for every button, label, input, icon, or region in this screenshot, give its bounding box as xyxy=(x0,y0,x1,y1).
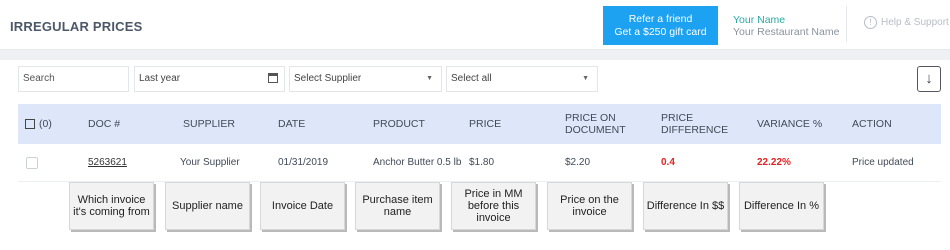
price-difference-cell: 0.4 xyxy=(661,157,675,168)
column-header-date[interactable]: DATE xyxy=(278,104,305,144)
column-header-price-difference[interactable]: PRICE DIFFERENCE xyxy=(661,104,746,144)
callout-date: Invoice Date xyxy=(260,182,345,230)
callout-supplier: Supplier name xyxy=(165,182,250,230)
action-cell: Price updated xyxy=(852,157,914,168)
refer-friend-button[interactable]: Refer a friend Get a $250 gift card xyxy=(603,6,718,45)
callout-price-on-document: Price on the invoice xyxy=(547,182,632,230)
select-all-header[interactable]: (0) xyxy=(25,104,52,144)
supplier-cell: Your Supplier xyxy=(180,157,240,168)
column-header-price[interactable]: PRICE xyxy=(469,104,501,144)
page-title: IRREGULAR PRICES xyxy=(10,19,143,34)
table-header: (0) DOC # SUPPLIER DATE PRODUCT PRICE PR… xyxy=(18,104,941,144)
status-select-value: Select all xyxy=(451,73,492,84)
download-icon: ↓ xyxy=(925,70,933,87)
download-button[interactable]: ↓ xyxy=(917,66,941,92)
doc-number-link[interactable]: 5263621 xyxy=(88,156,127,170)
column-header-price-on-document[interactable]: PRICE ON DOCUMENT xyxy=(565,104,650,144)
refer-label: Refer a friend xyxy=(628,13,693,25)
callout-price: Price in MM before this invoice xyxy=(451,182,536,230)
header-band xyxy=(0,50,950,60)
user-name: Your Name xyxy=(733,14,786,26)
callout-variance: Difference In % xyxy=(739,182,824,230)
user-menu[interactable]: Your Name Your Restaurant Name xyxy=(733,14,839,38)
checkbox-icon xyxy=(25,119,35,129)
price-cell: $1.80 xyxy=(469,157,495,168)
caret-down-icon: ▼ xyxy=(582,75,589,82)
supplier-select-value: Select Supplier xyxy=(294,73,362,84)
status-select[interactable]: Select all ▼ xyxy=(446,66,598,92)
column-header-product[interactable]: PRODUCT xyxy=(373,104,425,144)
header-divider xyxy=(846,6,847,42)
column-header-supplier[interactable]: SUPPLIER xyxy=(183,104,235,144)
variance-cell: 22.22% xyxy=(757,157,791,168)
product-cell: Anchor Butter 0.5 lb xyxy=(373,157,462,168)
search-placeholder: Search xyxy=(23,73,55,84)
info-icon: ! xyxy=(864,16,877,29)
selected-count: (0) xyxy=(39,118,52,130)
supplier-select[interactable]: Select Supplier ▼ xyxy=(289,66,442,92)
row-checkbox[interactable] xyxy=(26,157,38,169)
table-row: 5263621 Your Supplier 01/31/2019 Anchor … xyxy=(18,144,941,182)
date-range-value: Last year xyxy=(139,73,181,84)
help-label: Help & Support xyxy=(881,17,949,28)
callout-product: Purchase item name xyxy=(355,182,440,230)
caret-down-icon: ▼ xyxy=(426,75,433,82)
callout-doc: Which invoice it's coming from xyxy=(69,182,154,230)
calendar-icon xyxy=(268,73,278,83)
top-header: IRREGULAR PRICES Refer a friend Get a $2… xyxy=(0,0,950,50)
callout-difference: Difference In $$ xyxy=(643,182,728,230)
restaurant-name: Your Restaurant Name xyxy=(733,26,840,38)
help-support-link[interactable]: ! Help & Support xyxy=(864,16,949,29)
date-range-picker[interactable]: Last year xyxy=(134,66,285,92)
column-header-doc[interactable]: DOC # xyxy=(88,104,120,144)
refer-offer: Get a $250 gift card xyxy=(614,26,707,38)
column-header-action[interactable]: ACTION xyxy=(852,104,892,144)
column-header-variance[interactable]: VARIANCE % xyxy=(757,104,822,144)
price-on-document-cell: $2.20 xyxy=(565,157,591,168)
search-input[interactable]: Search xyxy=(18,66,129,92)
date-cell: 01/31/2019 xyxy=(278,157,329,168)
